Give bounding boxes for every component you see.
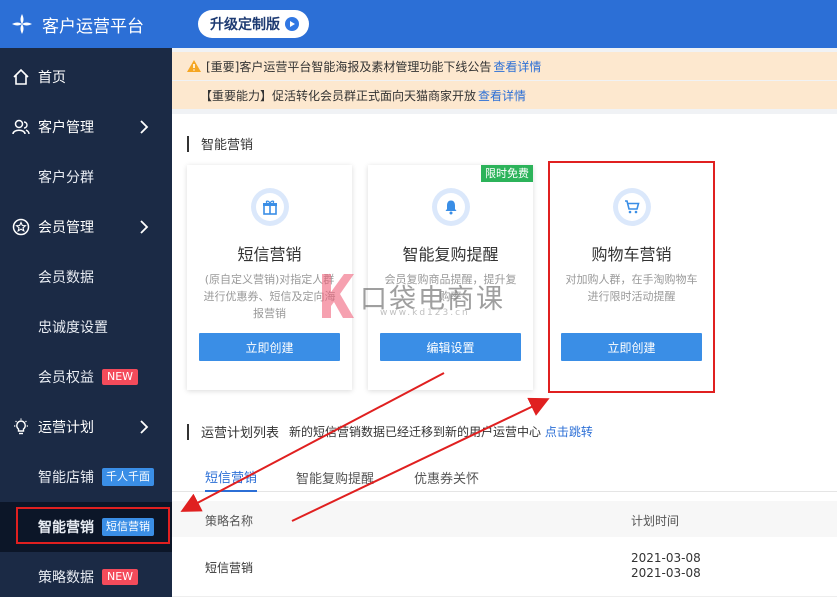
cell-time-end: 2021-03-08 (631, 566, 701, 580)
notice-text: 【重要能力】促活转化会员群正式面向天猫商家开放 (200, 88, 477, 103)
sidebar-item-customer-segments[interactable]: 客户分群 (0, 152, 172, 202)
sidebar-item-label: 忠诚度设置 (38, 320, 108, 336)
new-badge: NEW (102, 369, 139, 385)
notice-bar-1: [重要]客户运营平台智能海报及素材管理功能下线公告 查看详情 (172, 52, 837, 80)
sidebar-item-label: 客户管理 (38, 120, 94, 136)
edit-settings-button[interactable]: 编辑设置 (380, 333, 521, 361)
notice-bar-2: 【重要能力】促活转化会员群正式面向天猫商家开放 查看详情 (172, 81, 837, 109)
sidebar-item-member-management[interactable]: 会员管理 (0, 202, 172, 252)
upgrade-label: 升级定制版 (210, 17, 280, 33)
app-title: 客户运营平台 (42, 16, 144, 37)
chevron-right-icon (140, 120, 149, 134)
bulb-icon (12, 418, 30, 436)
tab-sms-marketing[interactable]: 短信营销 (205, 462, 258, 492)
chevron-right-icon (140, 420, 149, 434)
column-header-plan-time: 计划时间 (631, 514, 680, 528)
card-cart-marketing: 购物车营销 对加购人群，在手淘购物车进行限时活动提醒 立即创建 (549, 165, 714, 390)
sidebar: 客户运营平台 首页 客户管理 客户分群 会员管理 会员数据 忠诚度设置 会员权益… (0, 0, 172, 597)
plan-list-header: 运营计划列表 新的短信营销数据已经迁移到新的用户运营中心 点击跳转 (187, 422, 593, 441)
cell-strategy-name: 短信营销 (205, 561, 254, 575)
section-title: 智能营销 (201, 138, 254, 153)
sidebar-item-label: 会员权益 (38, 370, 94, 386)
warning-icon (187, 60, 201, 72)
sidebar-item-home[interactable]: 首页 (0, 52, 172, 102)
home-icon (12, 68, 30, 86)
plan-list-desc: 新的短信营销数据已经迁移到新的用户运营中心 点击跳转 (289, 423, 593, 440)
sms-marketing-badge: 短信营销 (102, 518, 154, 536)
card-desc: 对加购人群，在手淘购物车进行限时活动提醒 (565, 273, 698, 303)
sidebar-item-smart-marketing[interactable]: 智能营销 短信营销 (0, 502, 172, 552)
plan-list-title: 运营计划列表 (201, 426, 280, 441)
sidebar-item-member-benefits[interactable]: 会员权益 NEW (0, 352, 172, 402)
upgrade-button[interactable]: 升级定制版 (198, 10, 309, 38)
notice-text: [重要]客户运营平台智能海报及素材管理功能下线公告 (206, 59, 492, 74)
sidebar-item-label: 客户分群 (38, 170, 94, 186)
card-sms-marketing: 短信营销 (原自定义营销)对指定人群进行优惠券、短信及定向海报营销 立即创建 (187, 165, 352, 390)
table-header: 策略名称 计划时间 (172, 501, 837, 537)
section-bar (187, 135, 189, 152)
card-desc: 会员复购商品提醒，提升复购率 (384, 273, 517, 303)
sidebar-item-strategy-data[interactable]: 策略数据 NEW (0, 552, 172, 597)
card-icon-wrap (250, 188, 289, 226)
plan-tabs: 短信营销 智能复购提醒 优惠券关怀 (172, 462, 837, 492)
tab-repurchase-reminder[interactable]: 智能复购提醒 (296, 462, 374, 492)
bell-icon (436, 193, 465, 221)
users-icon (12, 118, 30, 136)
free-tag: 限时免费 (481, 165, 533, 182)
sidebar-item-label: 策略数据 (38, 570, 94, 586)
personalized-badge: 千人千面 (102, 468, 154, 486)
sidebar-item-label: 智能营销 (38, 520, 94, 536)
card-title: 短信营销 (237, 245, 302, 264)
sidebar-item-label: 会员管理 (38, 220, 94, 236)
sidebar-item-label: 智能店铺 (38, 470, 94, 486)
tab-coupon-care[interactable]: 优惠券关怀 (414, 462, 479, 492)
play-icon (285, 17, 299, 31)
sidebar-item-label: 运营计划 (38, 420, 94, 436)
sidebar-item-label: 首页 (38, 70, 66, 86)
card-icon-wrap (612, 188, 651, 226)
card-repurchase-reminder: 限时免费 智能复购提醒 会员复购商品提醒，提升复购率 编辑设置 (368, 165, 533, 390)
chevron-right-icon (140, 220, 149, 234)
section-header: 智能营销 (187, 134, 253, 153)
sidebar-item-loyalty-settings[interactable]: 忠诚度设置 (0, 302, 172, 352)
card-title: 购物车营销 (591, 245, 672, 264)
cart-icon (617, 193, 646, 221)
sidebar-item-operation-plan[interactable]: 运营计划 (0, 402, 172, 452)
sidebar-item-customer-management[interactable]: 客户管理 (0, 102, 172, 152)
star-icon (12, 218, 30, 236)
create-now-button[interactable]: 立即创建 (561, 333, 702, 361)
top-bar: 升级定制版 (172, 0, 837, 48)
card-title: 智能复购提醒 (402, 245, 499, 264)
gift-icon (255, 193, 284, 221)
jump-link[interactable]: 点击跳转 (545, 425, 593, 439)
sidebar-item-label: 会员数据 (38, 270, 94, 286)
plan-desc-text: 新的短信营销数据已经迁移到新的用户运营中心 (289, 425, 542, 439)
cell-time-start: 2021-03-08 (631, 551, 701, 565)
column-header-strategy-name: 策略名称 (205, 514, 254, 528)
logo-bar: 客户运营平台 (0, 0, 172, 48)
sidebar-item-smart-store[interactable]: 智能店铺 千人千面 (0, 452, 172, 502)
new-badge: NEW (102, 569, 139, 585)
card-icon-wrap (431, 188, 470, 226)
logo-icon (12, 14, 32, 34)
sidebar-item-member-data[interactable]: 会员数据 (0, 252, 172, 302)
card-desc: (原自定义营销)对指定人群进行优惠券、短信及定向海报营销 (203, 273, 336, 320)
create-now-button[interactable]: 立即创建 (199, 333, 340, 361)
notice-link[interactable]: 查看详情 (493, 58, 541, 75)
section-bar (187, 423, 189, 440)
main-content: 智能营销 短信营销 (原自定义营销)对指定人群进行优惠券、短信及定向海报营销 立… (172, 114, 837, 597)
notice-link[interactable]: 查看详情 (478, 87, 526, 104)
table-row[interactable]: 短信营销 2021-03-08 2021-03-08 (172, 537, 837, 597)
